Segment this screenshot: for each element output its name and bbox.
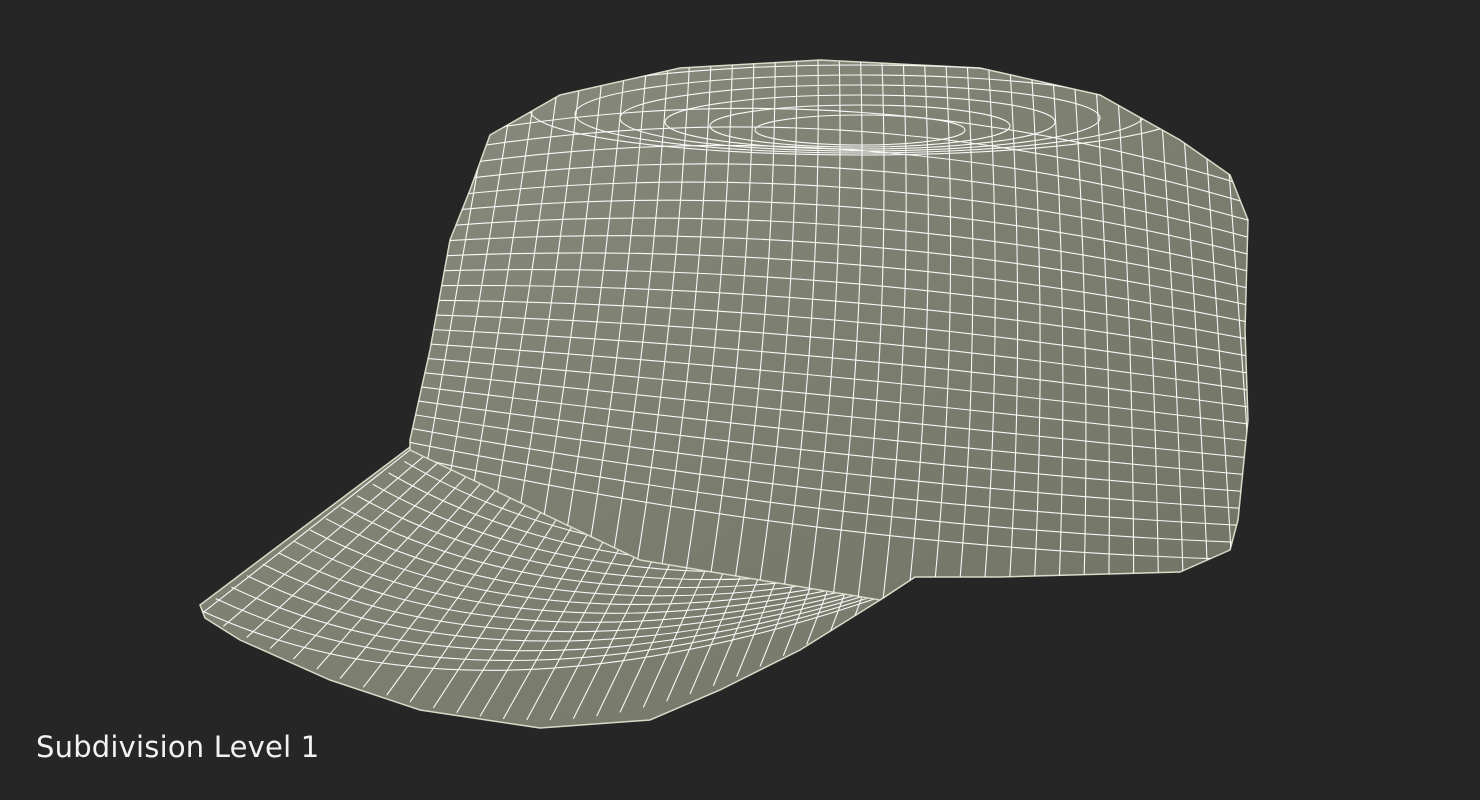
subdivision-level-caption: Subdivision Level 1 (36, 730, 320, 764)
cap-wireframe-model (199, 59, 1249, 729)
render-viewport: Subdivision Level 1 (0, 0, 1480, 800)
